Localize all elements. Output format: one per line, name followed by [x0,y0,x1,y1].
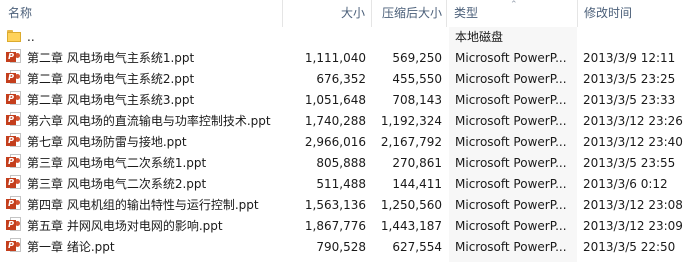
file-modified-date: 2013/3/5 23:25 [583,72,676,86]
file-size: 1,111,040 [304,51,366,65]
file-type: Microsoft PowerP... [455,156,567,170]
ppt-file-icon: P [6,111,22,132]
file-row[interactable]: P 第三章 风电场电气二次系统1.ppt 805,888 270,861 Microso… [0,153,694,174]
file-type: Microsoft PowerP... [455,198,567,212]
file-type: Microsoft PowerP... [455,135,567,149]
ppt-file-icon: P [6,90,22,111]
file-compressed-size: 569,250 [392,51,442,65]
file-size: 676,352 [316,72,366,86]
file-type: Microsoft PowerP... [455,219,567,233]
file-name: 第二章 风电场电气主系统3.ppt [27,93,195,107]
file-name: 第二章 风电场电气主系统1.ppt [27,51,195,65]
file-compressed-size: 708,143 [392,93,442,107]
file-modified-date: 2013/3/12 23:09 [583,219,683,233]
file-type: 本地磁盘 [455,30,504,44]
file-modified-date: 2013/3/5 23:55 [583,156,676,170]
file-list: .. 本地磁盘 P 第二章 风电场电气主系统1.ppt 1,111,040 569,2… [0,27,694,258]
file-type: Microsoft PowerP... [455,114,567,128]
file-row[interactable]: P 第三章 风电场电气二次系统2.ppt 511,488 144,411 Microso… [0,174,694,195]
file-type: Microsoft PowerP... [455,72,567,86]
file-compressed-size: 270,861 [392,156,442,170]
file-row[interactable]: P 第四章 风电机组的输出特性与运行控制.ppt 1,563,136 1,250,56… [0,195,694,216]
ppt-file-icon: P [6,216,22,237]
file-row[interactable]: P 第七章 风电场防雷与接地.ppt 2,966,016 2,167,792 Micro… [0,132,694,153]
file-row[interactable]: P 第二章 风电场电气主系统3.ppt 1,051,648 708,143 Micros… [0,90,694,111]
file-type: Microsoft PowerP... [455,240,567,254]
file-row[interactable]: P 第六章 风电场的直流输电与功率控制技术.ppt 1,740,288 1,192,3… [0,111,694,132]
file-name: 第三章 风电场电气二次系统1.ppt [27,156,207,170]
file-name: .. [27,30,35,44]
file-compressed-size: 1,192,324 [380,114,442,128]
file-size: 805,888 [316,156,366,170]
ppt-file-icon: P [6,195,22,216]
file-compressed-size: 455,550 [392,72,442,86]
ppt-file-icon: P [6,174,22,195]
ppt-file-icon: P [6,237,22,258]
file-modified-date: 2013/3/12 23:40 [583,135,683,149]
column-header-compressed-size[interactable]: 压缩后大小 [372,0,442,27]
file-modified-date: 2013/3/5 22:50 [583,240,676,254]
chevron-up-icon: ⌃ [510,0,518,10]
column-divider[interactable] [577,0,578,27]
file-name: 第四章 风电机组的输出特性与运行控制.ppt [27,198,259,212]
file-modified-date: 2013/3/12 23:26 [583,114,683,128]
file-compressed-size: 1,250,560 [380,198,442,212]
file-name: 第一章 绪论.ppt [27,240,115,254]
file-size: 1,867,776 [304,219,366,233]
file-row[interactable]: P 第二章 风电场电气主系统2.ppt 676,352 455,550 Microsof… [0,69,694,90]
file-name: 第五章 并网风电场对电网的影响.ppt [27,219,223,233]
file-modified-date: 2013/3/5 23:33 [583,93,676,107]
file-type: Microsoft PowerP... [455,51,567,65]
file-compressed-size: 2,167,792 [380,135,442,149]
file-name: 第六章 风电场的直流输电与功率控制技术.ppt [27,114,271,128]
file-modified-date: 2013/3/9 12:11 [583,51,676,65]
file-name: 第二章 风电场电气主系统2.ppt [27,72,195,86]
file-size: 2,966,016 [304,135,366,149]
ppt-file-icon: P [6,132,22,153]
parent-folder-row[interactable]: .. 本地磁盘 [0,27,694,48]
file-compressed-size: 627,554 [392,240,442,254]
column-header-name[interactable]: 名称 [8,0,282,27]
file-row[interactable]: P 第一章 绪论.ppt 790,528 627,554 Microsoft Power… [0,237,694,258]
file-name: 第三章 风电场电气二次系统2.ppt [27,177,207,191]
file-size: 511,488 [316,177,366,191]
file-type: Microsoft PowerP... [455,93,567,107]
column-header-bar: 名称 大小 压缩后大小 类型 ⌃ 修改时间 [0,0,694,27]
file-size: 1,051,648 [304,93,366,107]
file-modified-date: 2013/3/12 23:08 [583,198,683,212]
column-divider[interactable] [446,0,447,27]
file-compressed-size: 144,411 [392,177,442,191]
file-compressed-size: 1,443,187 [380,219,442,233]
column-header-modified[interactable]: 修改时间 [584,0,694,27]
file-row[interactable]: P 第五章 并网风电场对电网的影响.ppt 1,867,776 1,443,187 Mi… [0,216,694,237]
folder-icon [6,27,22,48]
file-size: 1,740,288 [304,114,366,128]
ppt-file-icon: P [6,153,22,174]
column-header-size[interactable]: 大小 [283,0,366,27]
file-type: Microsoft PowerP... [455,177,567,191]
file-size: 1,563,136 [304,198,366,212]
ppt-file-icon: P [6,48,22,69]
file-modified-date: 2013/3/6 0:12 [583,177,668,191]
file-size: 790,528 [316,240,366,254]
file-name: 第七章 风电场防雷与接地.ppt [27,135,187,149]
ppt-file-icon: P [6,69,22,90]
file-row[interactable]: P 第二章 风电场电气主系统1.ppt 1,111,040 569,250 Micros… [0,48,694,69]
